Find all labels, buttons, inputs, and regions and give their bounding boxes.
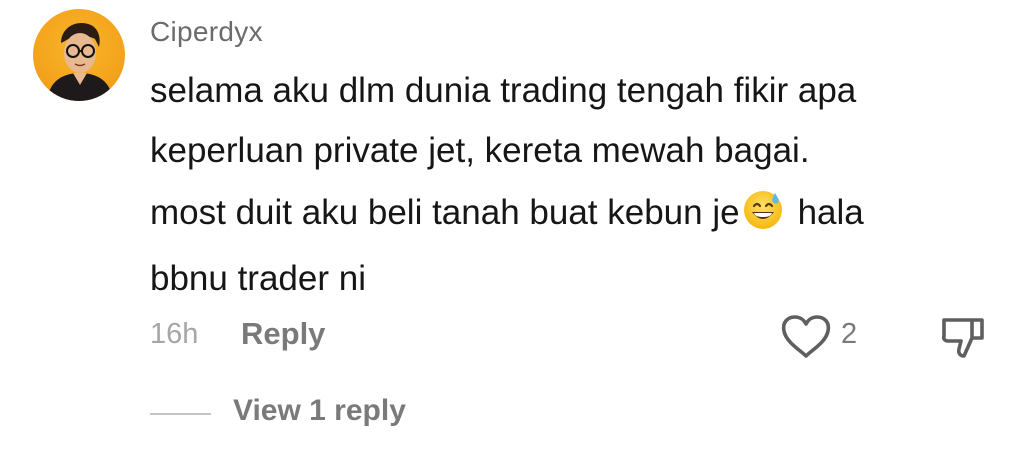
reply-button[interactable]: Reply xyxy=(241,316,325,352)
avatar[interactable] xyxy=(33,9,125,101)
like-count: 2 xyxy=(841,318,858,350)
comment-text-segment: most duit aku beli tanah buat kebun je xyxy=(150,193,740,232)
thumbs-down-outline-icon xyxy=(941,318,984,358)
comment-text-line: selama aku dlm dunia trading tengah fiki… xyxy=(150,71,857,110)
comment-text-line: keperluan private jet, kereta mewah baga… xyxy=(150,131,810,170)
replies-divider xyxy=(150,413,211,415)
view-replies-button[interactable]: View 1 reply xyxy=(233,394,406,428)
comment-text-segment: hala xyxy=(797,193,864,232)
comment-item: Ciperdyx selama aku dlm dunia trading te… xyxy=(0,0,1024,449)
avatar-person-icon xyxy=(47,23,113,101)
comment-text-paragraph-2: most duit aku beli tanah buat kebun je h… xyxy=(150,183,864,309)
comment-text-line-with-emoji: most duit aku beli tanah buat kebun je h… xyxy=(150,183,864,249)
comment-text-line: bbnu trader ni xyxy=(150,259,366,298)
dislike-button[interactable] xyxy=(938,312,988,362)
comment-username[interactable]: Ciperdyx xyxy=(150,16,263,48)
like-button[interactable] xyxy=(778,313,834,361)
comment-text-paragraph-1: selama aku dlm dunia trading tengah fiki… xyxy=(150,61,856,181)
comment-timestamp: 16h xyxy=(150,318,199,350)
heart-outline-icon xyxy=(781,315,831,358)
grinning-face-with-sweat-icon xyxy=(742,188,784,249)
